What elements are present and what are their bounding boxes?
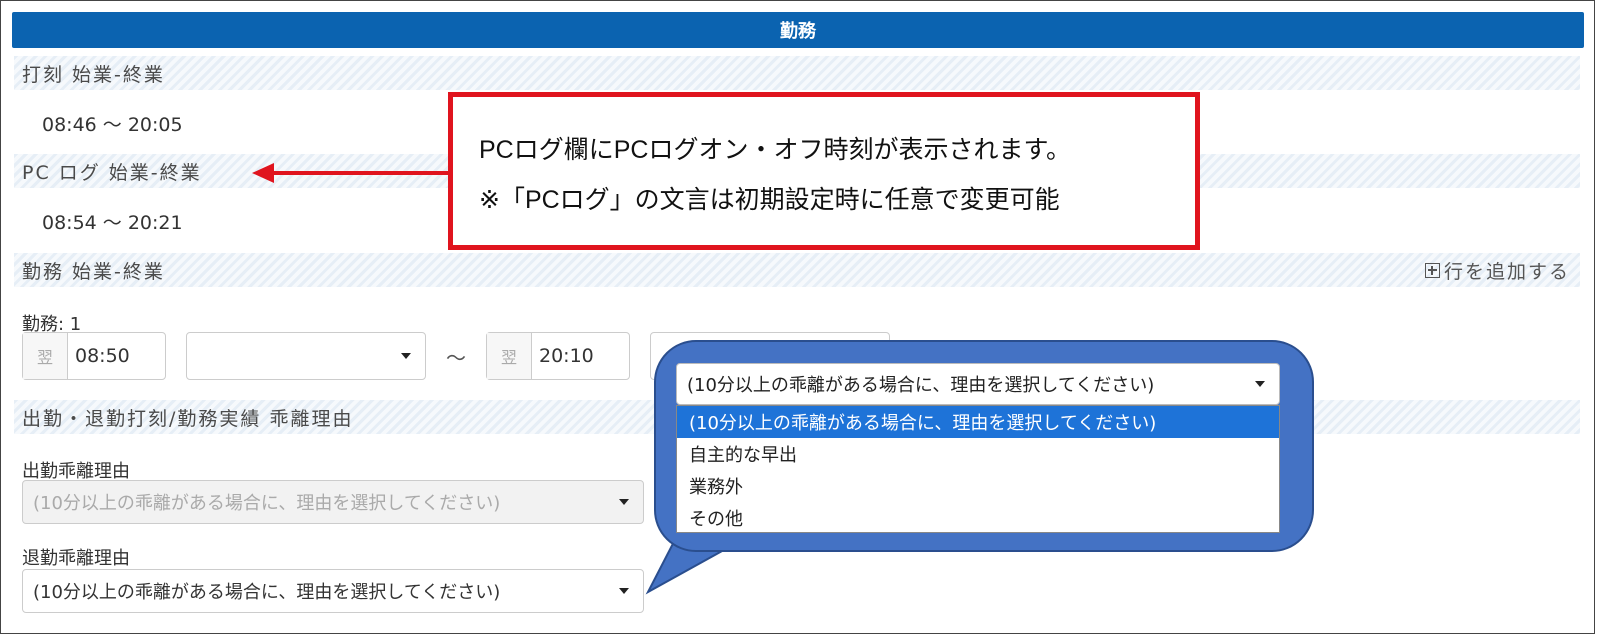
chevron-down-icon [1255,381,1265,387]
dropdown-option[interactable]: 自主的な早出 [677,438,1279,470]
section-stamp-header: 打刻 始業-終業 [14,56,1580,90]
section-stamp-title: 打刻 始業-終業 [22,63,165,86]
plus-square-icon [1424,262,1440,278]
end-deviation-select[interactable]: (10分以上の乖離がある場合に、理由を選択してください) [22,569,644,613]
start-deviation-value: (10分以上の乖離がある場合に、理由を選択してください) [33,493,501,514]
callout-line-2: ※「PCログ」の文言は初期設定時に任意で変更可能 [479,186,1060,214]
section-pclog-title: PC ログ 始業-終業 [22,161,202,184]
add-row-button[interactable]: 行を追加する [1424,253,1570,287]
section-deviation-title: 出勤・退勤打刻/勤務実績 乖離理由 [22,407,354,430]
chevron-down-icon [619,588,629,594]
start-time-value: 08:50 [75,345,130,367]
end-deviation-label: 退勤乖離理由 [22,548,130,569]
dropdown-option[interactable]: (10分以上の乖離がある場合に、理由を選択してください) [677,406,1279,438]
end-nextday-prefix: 翌 [487,333,532,379]
pclog-time-value: 08:54 ～ 20:21 [42,212,183,234]
dropdown-select[interactable]: (10分以上の乖離がある場合に、理由を選択してください) [676,363,1280,405]
dropdown-current-value: (10分以上の乖離がある場合に、理由を選択してください) [687,375,1155,396]
section-work-title: 勤務 始業-終業 [22,260,165,283]
end-time-field[interactable]: 翌 20:10 [486,332,630,380]
start-type-select[interactable] [186,332,426,380]
section-work-header: 勤務 始業-終業 行を追加する [14,253,1580,287]
dropdown-list: (10分以上の乖離がある場合に、理由を選択してください) 自主的な早出 業務外 … [676,405,1280,533]
time-range-tilde: ～ [446,346,466,370]
end-time-value: 20:10 [539,345,594,367]
callout-line-1: PCログ欄にPCログオン・オフ時刻が表示されます。 [479,136,1071,164]
start-time-field[interactable]: 翌 08:50 [22,332,166,380]
chevron-down-icon [619,499,629,505]
dropdown-option[interactable]: 業務外 [677,470,1279,502]
callout-arrow [252,163,450,183]
chevron-down-icon [401,353,411,359]
start-nextday-prefix: 翌 [23,333,68,379]
add-row-label: 行を追加する [1443,260,1570,283]
start-deviation-select[interactable]: (10分以上の乖離がある場合に、理由を選択してください) [22,480,644,524]
end-deviation-value: (10分以上の乖離がある場合に、理由を選択してください) [33,582,501,603]
panel-title: 勤務 [12,12,1584,48]
annotation-callout: PCログ欄にPCログオン・オフ時刻が表示されます。 ※「PCログ」の文言は初期設… [448,92,1200,250]
stamp-time-value: 08:46 ～ 20:05 [42,114,183,136]
dropdown-option[interactable]: その他 [677,502,1279,534]
